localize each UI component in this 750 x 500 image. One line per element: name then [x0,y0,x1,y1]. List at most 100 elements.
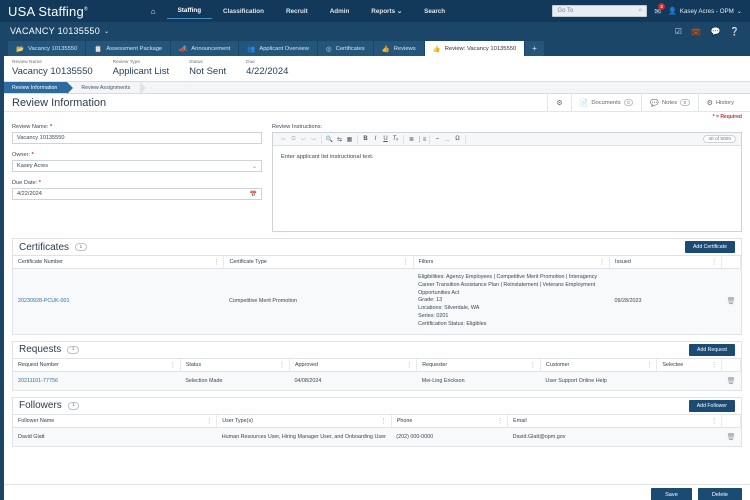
col-issued[interactable]: Issued ⋮ [609,256,723,269]
history-tool[interactable]: ⚙ History [697,93,742,112]
sort-icon[interactable]: ⋮ [599,259,605,266]
delete-button[interactable]: Delete [697,487,742,500]
tab-vacancy[interactable]: 📂 Vacancy 10135550 [8,41,87,56]
settings-tool[interactable]: ⚙ [547,93,570,112]
col-follower-name-label: Follower Name [18,417,55,424]
col-email[interactable]: Email ⋮ [507,414,723,428]
help-icon[interactable]: ❔ [730,27,740,36]
special-char-icon[interactable]: Ω [453,135,462,144]
tab-reviews[interactable]: 👍 Reviews [373,41,425,56]
sort-icon[interactable]: ⋮ [381,417,387,424]
subtab-review-assignments[interactable]: Review Assignments [67,82,147,94]
col-customer[interactable]: Customer ⋮ [540,358,658,372]
required-note: * = Required [712,114,742,120]
sort-icon[interactable]: ⋮ [497,417,503,424]
col-requester[interactable]: Requester ⋮ [416,358,541,372]
sort-icon[interactable]: ⋮ [711,361,717,368]
request-number-link[interactable]: 20211101-77756 [18,378,58,384]
subtab-review-information[interactable]: Review Information [4,82,74,94]
nav-item-staffing[interactable]: Staffing [166,3,213,19]
required-asterisk: * [31,152,34,158]
col-approved[interactable]: Approved ⋮ [289,358,418,372]
replace-icon[interactable]: ⇆ [335,135,344,144]
sort-icon[interactable]: ⋮ [530,361,536,368]
sort-icon[interactable]: ⋮ [279,361,285,368]
bold-icon[interactable]: B [361,135,370,144]
nav-item-search[interactable]: Search [413,4,456,19]
add-request-button[interactable]: Add Request [689,343,735,356]
tab-add-button[interactable]: + [525,41,545,56]
sort-icon[interactable]: ⋮ [711,417,717,424]
delete-follower-button[interactable]: 🗑 [721,427,741,446]
trash-icon: 🗑 [726,377,736,385]
tab-assessment-package[interactable]: 📋 Assessment Package [86,41,172,56]
underline-icon[interactable]: U [381,135,390,144]
home-icon[interactable]: ⌂ [140,3,167,20]
col-follower-name[interactable]: Follower Name ⋮ [13,414,218,428]
review-instructions-editor[interactable]: ✂ ⧉ ↩ ↪ 🔍 ⇆ ▦ B I U Tₓ ≣ ⋮≡ ⎯ ⚊ Ω 40 of … [272,132,742,232]
cut-icon[interactable]: ✂ [279,135,288,144]
briefcase-icon[interactable]: 💼 [691,27,701,36]
review-name-input[interactable]: Vacancy 10135550 [12,132,262,144]
envelope-icon[interactable]: ✉ 2 [654,2,666,16]
col-user-types[interactable]: User Type(s) ⋮ [216,414,392,428]
sort-icon[interactable]: ⋮ [170,361,176,368]
undo-icon[interactable]: ↩ [299,135,308,144]
search-icon[interactable]: ⌕ [638,7,642,15]
link-icon[interactable]: ⎯ [433,135,442,144]
col-status[interactable]: Status ⋮ [180,358,290,372]
folder-icon: 📂 [16,45,25,53]
col-certificate-type[interactable]: Certificate Type ⋮ [223,256,414,269]
calendar-icon[interactable]: 📅 [250,191,257,198]
user-name-label: Kasey Acres - OPM [679,7,734,15]
app-logo[interactable]: USA Staffing® [8,4,92,19]
sort-icon[interactable]: ⋮ [403,259,409,266]
tab-certificates[interactable]: ◎ Certificates [317,41,374,56]
owner-select[interactable]: Kasey Acres ⌄ [12,160,262,172]
unordered-list-icon[interactable]: ⋮≡ [417,135,427,144]
certificate-number-link[interactable]: 20230928-PCUK-001 [18,298,70,304]
chevron-down-icon[interactable]: ⌄ [104,28,109,35]
select-all-icon[interactable]: ▦ [345,135,354,144]
add-certificate-button[interactable]: Add Certificate [684,241,735,253]
sort-icon[interactable]: ⋮ [206,417,212,424]
chat-icon[interactable]: 💬 [710,27,720,36]
ordered-list-icon[interactable]: ≣ [407,135,416,144]
redo-icon[interactable]: ↪ [309,135,318,144]
delete-request-button[interactable]: 🗑 [721,371,741,390]
nav-item-classification[interactable]: Classification [212,4,275,19]
due-date-input[interactable]: 4/22/2024 📅 [12,188,262,200]
tasks-icon[interactable]: ☑ [675,27,682,36]
documents-tool[interactable]: 📄 Documents 0 [570,93,642,112]
find-icon[interactable]: 🔍 [325,135,334,144]
notes-tool[interactable]: 💬 Notes 0 [641,93,697,112]
tab-review-vacancy[interactable]: 👍 Review: Vacancy 10135550 [424,41,526,56]
nav-item-recruit[interactable]: Recruit [275,4,319,19]
col-filters[interactable]: Filters ⋮ [413,256,611,269]
sort-icon[interactable]: ⋮ [406,361,412,368]
delete-certificate-button[interactable]: 🗑 [721,268,741,334]
user-menu[interactable]: 👤 Kasey Acres - OPM ⌄ [668,7,742,16]
sort-icon[interactable]: ⋮ [711,259,717,266]
unlink-icon[interactable]: ⚊ [443,135,452,144]
col-certificate-number[interactable]: Certificate Number ⋮ [13,256,225,269]
tab-applicant-overview[interactable]: 👥 Applicant Overview [239,41,318,56]
copy-icon[interactable]: ⧉ [289,135,298,144]
col-phone[interactable]: Phone ⋮ [391,414,509,428]
table-row: David Glatt Human Resources User, Hiring… [13,427,741,446]
header-value-review-type: Applicant List [112,65,170,77]
add-follower-button[interactable]: Add Follower [688,399,735,412]
italic-icon[interactable]: I [371,135,380,144]
tab-announcement[interactable]: 📣 Announcement [171,41,240,56]
save-button[interactable]: Save [651,487,692,500]
goto-search-input[interactable]: Go To ⌕ [552,5,648,17]
editor-group-insert: ⎯ ⚊ Ω [430,134,466,144]
remove-format-icon[interactable]: Tₓ [391,135,400,144]
sort-icon[interactable]: ⋮ [213,259,219,266]
col-selectee[interactable]: Selectee ⋮ [656,358,723,372]
sort-icon[interactable]: ⋮ [646,361,652,368]
nav-item-reports[interactable]: Reports ⌄ [360,4,413,19]
nav-item-admin[interactable]: Admin [319,4,361,19]
editor-body[interactable]: Enter applicant list instructional text. [273,146,741,231]
col-request-number[interactable]: Request Number ⋮ [13,358,181,372]
